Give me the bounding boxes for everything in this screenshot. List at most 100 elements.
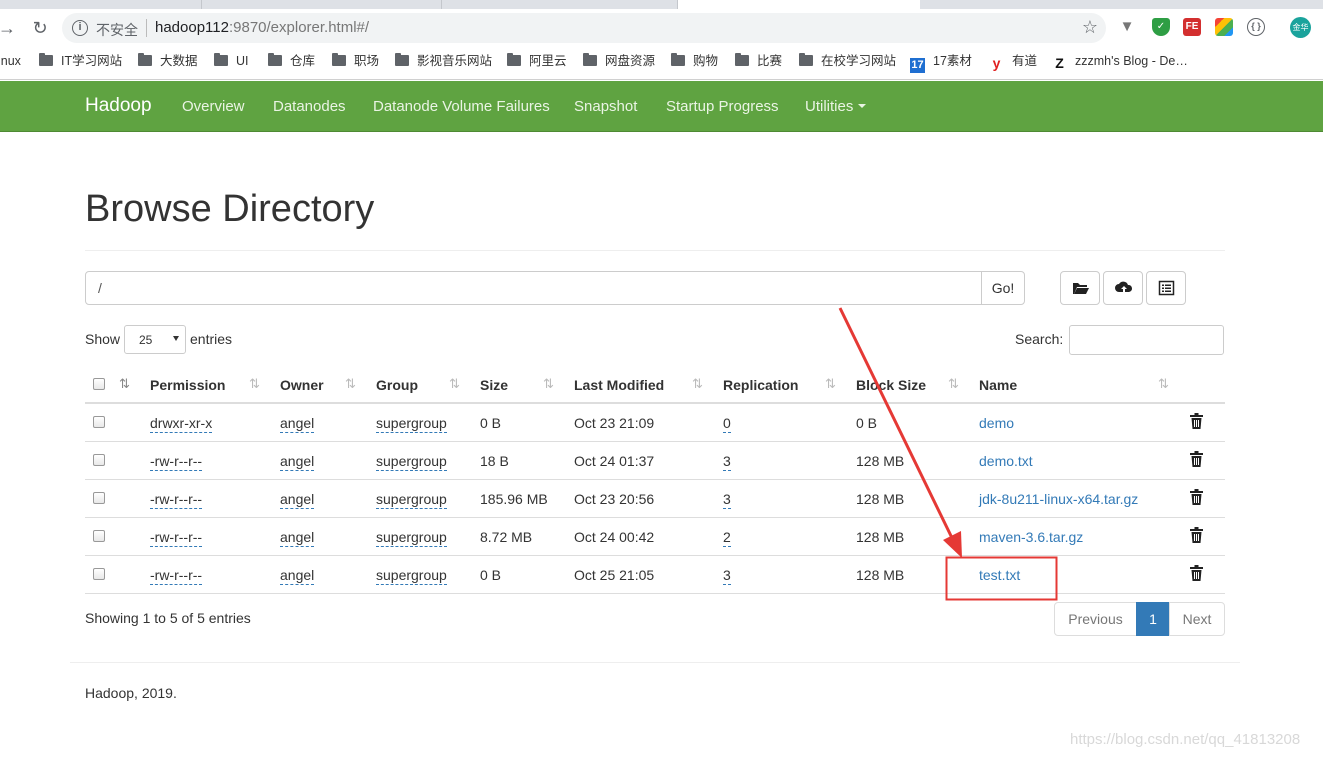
- sort-icon[interactable]: ⇅: [1158, 376, 1169, 392]
- file-name-link[interactable]: test.txt: [979, 567, 1020, 583]
- header-last-modified[interactable]: Last Modified: [574, 377, 664, 393]
- bookmark-folder[interactable]: 大数据: [138, 52, 198, 70]
- extension-color-icon[interactable]: [1215, 18, 1233, 36]
- owner-cell[interactable]: angel: [280, 453, 315, 471]
- navbar-brand[interactable]: Hadoop: [85, 95, 152, 117]
- sort-icon[interactable]: ⇅: [119, 376, 130, 392]
- bookmark-folder[interactable]: 阿里云: [507, 52, 567, 70]
- url-text[interactable]: hadoop112:9870/explorer.html#/: [155, 19, 369, 36]
- sort-icon[interactable]: ⇅: [692, 376, 703, 392]
- sort-icon[interactable]: ⇅: [449, 376, 460, 392]
- bookmark-item[interactable]: Zzzzmh's Blog - De…: [1052, 52, 1188, 71]
- row-checkbox[interactable]: [93, 530, 105, 542]
- replication-cell[interactable]: 2: [723, 529, 731, 547]
- permission-cell[interactable]: drwxr-xr-x: [150, 415, 213, 433]
- browser-tab-active[interactable]: [678, 0, 920, 9]
- row-checkbox[interactable]: [93, 416, 105, 428]
- nav-datanodes[interactable]: Datanodes: [273, 98, 346, 115]
- trash-icon[interactable]: [1190, 565, 1203, 581]
- owner-cell[interactable]: angel: [280, 529, 315, 547]
- bookmark-folder[interactable]: UI: [214, 52, 249, 70]
- group-cell[interactable]: supergroup: [376, 491, 447, 509]
- trash-icon[interactable]: [1190, 451, 1203, 467]
- group-cell[interactable]: supergroup: [376, 453, 447, 471]
- bookmark-item[interactable]: inux: [0, 52, 21, 70]
- header-size[interactable]: Size: [480, 377, 508, 393]
- info-icon[interactable]: i: [72, 20, 88, 36]
- forward-icon[interactable]: →: [0, 17, 18, 39]
- extension-fe-icon[interactable]: FE: [1183, 18, 1201, 36]
- sort-icon[interactable]: ⇅: [543, 376, 554, 392]
- create-directory-button[interactable]: [1060, 271, 1100, 305]
- address-bar[interactable]: i 不安全 hadoop112:9870/explorer.html#/ ☆: [62, 13, 1106, 43]
- sort-icon[interactable]: ⇅: [948, 376, 959, 392]
- row-checkbox[interactable]: [93, 492, 105, 504]
- header-name[interactable]: Name: [979, 377, 1017, 393]
- file-name-link[interactable]: maven-3.6.tar.gz: [979, 529, 1083, 545]
- header-group[interactable]: Group: [376, 377, 418, 393]
- header-block-size[interactable]: Block Size: [856, 377, 926, 393]
- browser-tab[interactable]: [442, 0, 678, 9]
- row-checkbox[interactable]: [93, 568, 105, 580]
- cut-paste-button[interactable]: [1146, 271, 1186, 305]
- directory-path-input[interactable]: [85, 271, 982, 305]
- owner-cell[interactable]: angel: [280, 567, 315, 585]
- permission-cell[interactable]: -rw-r--r--: [150, 529, 203, 547]
- header-permission[interactable]: Permission: [150, 377, 225, 393]
- sort-icon[interactable]: ⇅: [345, 376, 356, 392]
- bookmark-folder[interactable]: 比赛: [735, 52, 782, 70]
- go-button[interactable]: Go!: [981, 271, 1025, 305]
- browser-tab[interactable]: [202, 0, 442, 9]
- row-checkbox[interactable]: [93, 454, 105, 466]
- permission-cell[interactable]: -rw-r--r--: [150, 453, 203, 471]
- replication-cell[interactable]: 0: [723, 415, 731, 433]
- nav-utilities-dropdown[interactable]: Utilities: [805, 98, 867, 115]
- file-name-link[interactable]: demo.txt: [979, 453, 1033, 469]
- bookmark-folder[interactable]: 影视音乐网站: [395, 52, 492, 70]
- file-name-link[interactable]: demo: [979, 415, 1014, 431]
- bookmark-folder[interactable]: 网盘资源: [583, 52, 655, 70]
- header-replication[interactable]: Replication: [723, 377, 798, 393]
- next-page-button[interactable]: Next: [1169, 602, 1225, 636]
- trash-icon[interactable]: [1190, 413, 1203, 429]
- select-all-checkbox[interactable]: [93, 378, 105, 390]
- bookmark-folder[interactable]: 购物: [671, 52, 718, 70]
- bookmark-item[interactable]: 17 17素材: [910, 52, 972, 73]
- nav-snapshot[interactable]: Snapshot: [574, 98, 637, 115]
- bookmark-item[interactable]: y 有道: [989, 52, 1037, 71]
- browser-tab[interactable]: [0, 0, 202, 9]
- group-cell[interactable]: supergroup: [376, 415, 447, 433]
- replication-cell[interactable]: 3: [723, 567, 731, 585]
- permission-cell[interactable]: -rw-r--r--: [150, 491, 203, 509]
- sort-icon[interactable]: ⇅: [249, 376, 260, 392]
- group-cell[interactable]: supergroup: [376, 529, 447, 547]
- nav-startup-progress[interactable]: Startup Progress: [666, 98, 779, 115]
- bookmark-folder[interactable]: IT学习网站: [39, 52, 122, 70]
- nav-overview[interactable]: Overview: [182, 98, 245, 115]
- bookmark-folder[interactable]: 仓库: [268, 52, 315, 70]
- reload-icon[interactable]: ↻: [29, 17, 51, 39]
- owner-cell[interactable]: angel: [280, 491, 315, 509]
- file-name-link[interactable]: jdk-8u211-linux-x64.tar.gz: [979, 491, 1138, 507]
- table-search-input[interactable]: [1069, 325, 1224, 355]
- upload-button[interactable]: [1103, 271, 1143, 305]
- owner-cell[interactable]: angel: [280, 415, 315, 433]
- nav-volume-failures[interactable]: Datanode Volume Failures: [373, 98, 550, 115]
- replication-cell[interactable]: 3: [723, 491, 731, 509]
- bookmark-folder[interactable]: 在校学习网站: [799, 52, 896, 70]
- trash-icon[interactable]: [1190, 489, 1203, 505]
- replication-cell[interactable]: 3: [723, 453, 731, 471]
- permission-cell[interactable]: -rw-r--r--: [150, 567, 203, 585]
- trash-icon[interactable]: [1190, 527, 1203, 543]
- group-cell[interactable]: supergroup: [376, 567, 447, 585]
- previous-page-button[interactable]: Previous: [1054, 602, 1137, 636]
- profile-avatar[interactable]: 金华: [1290, 17, 1311, 38]
- entries-per-page-select[interactable]: 25: [124, 325, 186, 354]
- bookmark-star-icon[interactable]: ☆: [1082, 17, 1098, 38]
- extension-vpn-icon[interactable]: ▼: [1118, 18, 1136, 36]
- sort-icon[interactable]: ⇅: [825, 376, 836, 392]
- bookmark-folder[interactable]: 职场: [332, 52, 379, 70]
- extension-code-icon[interactable]: { }: [1247, 18, 1265, 36]
- header-owner[interactable]: Owner: [280, 377, 324, 393]
- page-1-button[interactable]: 1: [1136, 602, 1170, 636]
